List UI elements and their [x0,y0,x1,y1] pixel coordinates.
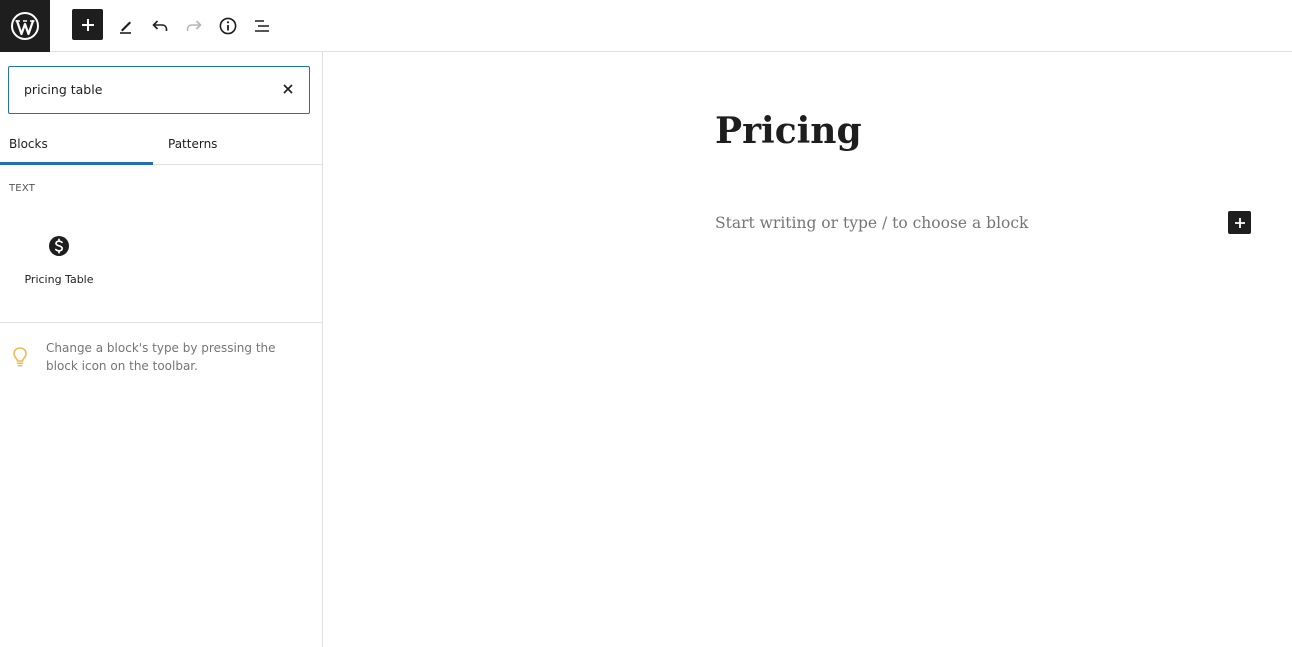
inserter-tabs: Blocks Patterns [0,126,322,165]
editor-canvas: Pricing Start writing or type / to choos… [324,52,1292,647]
undo-icon [152,20,168,31]
inserter-tip: Change a block's type by pressing the bl… [46,341,276,373]
block-inserter-panel: Blocks Patterns TEXT Pricing Table Chang… [0,52,323,647]
wordpress-logo-icon[interactable] [0,0,50,52]
post-title[interactable]: Pricing [715,110,862,152]
redo-icon [186,20,202,31]
pencil-icon [120,21,131,34]
editor-top-toolbar [0,0,1292,52]
toggle-block-inserter-button[interactable] [72,9,103,40]
block-result-pricing-table[interactable]: Pricing Table [17,227,101,297]
lightbulb-icon [13,347,27,367]
close-icon [283,84,293,94]
list-view-icon [255,20,269,32]
add-block-button[interactable] [1228,211,1251,234]
empty-block-placeholder[interactable]: Start writing or type / to choose a bloc… [715,214,1028,232]
block-result-label: Pricing Table [24,273,94,286]
info-icon [219,17,237,35]
block-search-input[interactable] [24,67,274,112]
divider [0,322,322,323]
redo-button[interactable] [178,10,210,42]
tools-button[interactable] [110,10,142,42]
tab-blocks[interactable]: Blocks [0,126,153,165]
clear-search-button[interactable] [279,80,297,98]
tab-patterns[interactable]: Patterns [153,126,322,165]
category-heading: TEXT [9,183,36,194]
block-search-box [8,66,310,114]
plus-icon [81,18,94,31]
dollar-circle-icon [49,236,69,256]
undo-button[interactable] [144,10,176,42]
list-view-button[interactable] [246,10,278,42]
details-button[interactable] [212,10,244,42]
plus-icon [1234,217,1245,228]
